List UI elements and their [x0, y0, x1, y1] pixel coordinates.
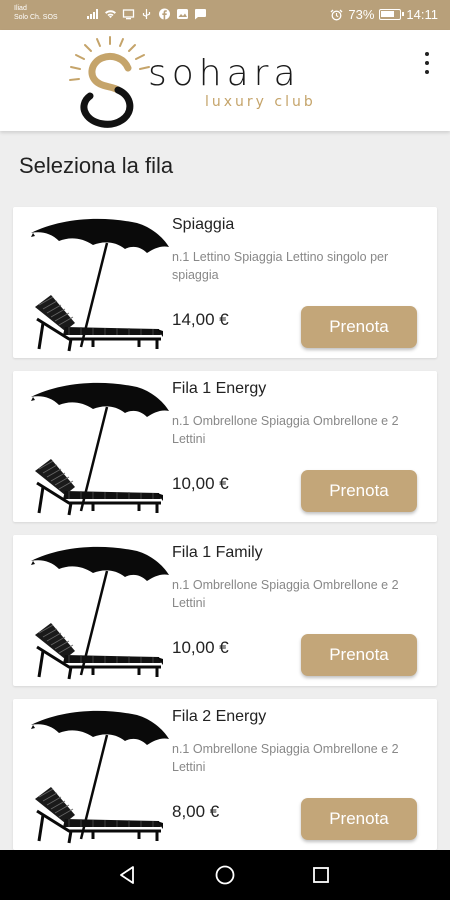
- list-item[interactable]: Spiaggia n.1 Lettino Spiaggia Lettino si…: [13, 207, 437, 358]
- clock: 14:11: [406, 7, 438, 22]
- item-price: 8,00 €: [172, 802, 220, 821]
- list-item[interactable]: Fila 1 Energy n.1 Ombrellone Spiaggia Om…: [13, 371, 437, 522]
- battery-icon: [379, 9, 405, 20]
- image-icon: [177, 9, 188, 19]
- list-item[interactable]: Fila 2 Energy n.1 Ombrellone Spiaggia Om…: [13, 699, 437, 850]
- more-vert-icon[interactable]: [420, 50, 434, 78]
- book-button[interactable]: Prenota: [301, 306, 417, 348]
- status-bar: Iliad Solo Ch. SOS 73% 14:11: [0, 0, 450, 30]
- item-title: Fila 2 Energy: [172, 708, 267, 725]
- signal-icon: [87, 9, 98, 19]
- item-title: Fila 1 Energy: [172, 380, 267, 397]
- page-title: Seleziona la fila: [19, 153, 174, 178]
- book-button[interactable]: Prenota: [301, 470, 417, 512]
- umbrella-lounger-image: [29, 543, 169, 681]
- umbrella-lounger-image: [29, 379, 169, 517]
- item-price: 10,00 €: [172, 474, 229, 493]
- umbrella-lounger-image: [29, 215, 169, 353]
- cast-icon: [122, 9, 135, 20]
- system-nav-bar: [0, 850, 450, 900]
- item-description: n.1 Ombrellone Spiaggia Ombrellone e 2 L…: [172, 742, 399, 774]
- status-right: 73% 14:11: [330, 7, 438, 22]
- item-price: 14,00 €: [172, 310, 229, 329]
- book-button[interactable]: Prenota: [301, 634, 417, 676]
- item-description: n.1 Lettino Spiaggia Lettino singolo per…: [172, 250, 389, 282]
- umbrella-lounger-image: [29, 707, 169, 845]
- item-description: n.1 Ombrellone Spiaggia Ombrellone e 2 L…: [172, 414, 399, 446]
- carrier-name: Iliad: [14, 5, 27, 12]
- item-price: 10,00 €: [172, 638, 229, 657]
- item-title: Fila 1 Family: [172, 544, 263, 561]
- recents-icon[interactable]: [311, 865, 331, 885]
- usb-icon: [142, 9, 151, 19]
- carrier-sub: Solo Ch. SOS: [14, 14, 58, 21]
- carrier-info: Iliad Solo Ch. SOS: [14, 4, 58, 22]
- wifi-icon: [105, 10, 116, 18]
- app-header: sohara luxury club: [0, 30, 450, 131]
- list-item[interactable]: Fila 1 Family n.1 Ombrellone Spiaggia Om…: [13, 535, 437, 686]
- home-icon[interactable]: [214, 864, 236, 886]
- brand-name: sohara: [148, 53, 301, 94]
- chat-icon: [195, 9, 206, 20]
- notification-icons: [86, 8, 207, 20]
- item-description: n.1 Ombrellone Spiaggia Ombrellone e 2 L…: [172, 578, 399, 610]
- battery-percent: 73%: [348, 7, 375, 22]
- alarm-icon: [330, 9, 343, 20]
- book-button[interactable]: Prenota: [301, 798, 417, 840]
- brand-tagline: luxury club: [205, 94, 316, 110]
- facebook-icon: [159, 8, 170, 20]
- back-icon[interactable]: [118, 865, 138, 885]
- item-title: Spiaggia: [172, 216, 235, 233]
